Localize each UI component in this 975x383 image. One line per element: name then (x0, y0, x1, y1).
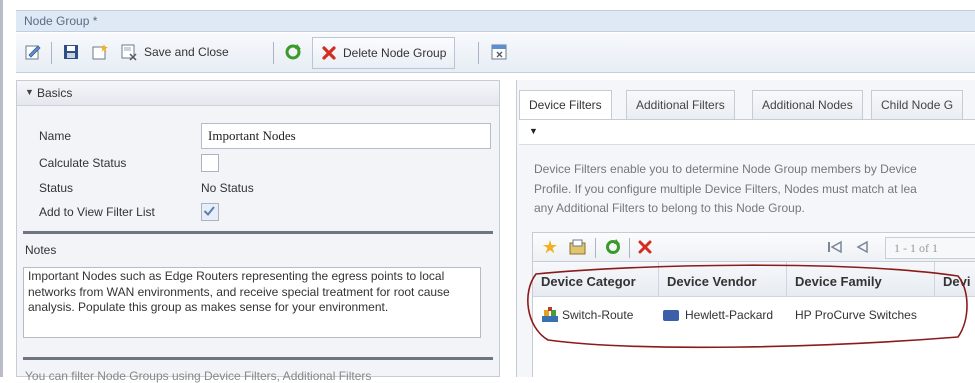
column-header-device-family[interactable]: Device Family (787, 262, 935, 296)
toolbar: Save and Close Delete Node Group (16, 33, 975, 73)
open-filter-icon[interactable] (569, 239, 587, 258)
save-new-icon[interactable] (90, 41, 110, 63)
refresh-grid-icon[interactable] (605, 239, 621, 258)
save-and-close-label: Save and Close (144, 45, 229, 59)
status-value: No Status (201, 181, 254, 195)
delete-icon (321, 45, 337, 61)
basics-panel: ▼ Basics Name Important Nodes Calculate … (16, 80, 500, 383)
save-close-icon (120, 43, 138, 61)
device-category-value: Switch-Route (562, 308, 634, 322)
notes-text: Important Nodes such as Edge Routers rep… (28, 269, 450, 314)
window-titlebar: Node Group * (16, 10, 975, 32)
device-vendor-value: Hewlett-Packard (685, 308, 774, 322)
basics-header[interactable]: ▼ Basics (17, 81, 499, 106)
filter-collapse-bar[interactable]: ▼ (519, 119, 975, 145)
name-input-value: Important Nodes (208, 128, 296, 143)
device-filters-grid: Device Categor Device Vendor Device Fami… (532, 262, 975, 377)
delete-node-group-label: Delete Node Group (343, 46, 447, 60)
notes-header: Notes (25, 243, 57, 257)
checkmark-icon (203, 206, 215, 216)
edit-icon[interactable] (24, 41, 42, 63)
filter-hint-text: You can filter Node Groups using Device … (25, 369, 372, 383)
add-to-view-filter-label: Add to View Filter List (39, 205, 155, 219)
section-divider-bottom (23, 357, 493, 360)
delete-node-group-button[interactable]: Delete Node Group (312, 37, 456, 69)
save-and-close-button[interactable]: Save and Close (120, 41, 229, 63)
collapse-triangle-icon: ▼ (25, 87, 34, 97)
add-to-view-filter-checkbox[interactable] (201, 203, 219, 221)
cell-device-vendor: Hewlett-Packard (663, 304, 787, 326)
grid-header-row: Device Categor Device Vendor Device Fami… (533, 262, 975, 297)
first-page-icon[interactable] (827, 240, 843, 257)
description-line: Profile. If you configure multiple Devic… (534, 181, 917, 196)
collapse-triangle-icon: ▼ (529, 126, 538, 136)
switch-router-icon (541, 307, 559, 323)
refresh-icon[interactable] (284, 41, 302, 63)
name-input[interactable]: Important Nodes (201, 123, 491, 149)
cell-device-category: Switch-Route (541, 304, 659, 326)
delete-filter-icon[interactable] (638, 240, 652, 257)
notes-textarea[interactable]: Important Nodes such as Edge Routers rep… (23, 267, 481, 338)
filter-grid-toolbar: 1 - 1 of 1 (532, 232, 975, 262)
cell-device-family: HP ProCurve Switches (795, 304, 933, 326)
window-title: Node Group * (24, 14, 98, 28)
calculate-status-label: Calculate Status (39, 156, 127, 170)
device-filters-description: Device Filters enable you to determine N… (534, 160, 975, 219)
name-label: Name (39, 129, 72, 143)
column-header-device-vendor[interactable]: Device Vendor (659, 262, 787, 296)
description-line: any Additional Filters to belong to this… (534, 201, 805, 215)
close-form-icon[interactable] (490, 41, 508, 63)
hp-logo-icon (663, 309, 679, 321)
device-family-value: HP ProCurve Switches (795, 308, 917, 322)
status-label: Status (39, 181, 74, 195)
window-edge (0, 0, 3, 377)
description-line: Device Filters enable you to determine N… (534, 162, 917, 176)
previous-page-icon[interactable] (855, 240, 869, 257)
calculate-status-checkbox[interactable] (201, 154, 219, 172)
section-divider (23, 231, 493, 234)
pager-text: 1 - 1 of 1 (894, 241, 938, 255)
column-header-device-category[interactable]: Device Categor (533, 262, 659, 296)
column-header-device-profile[interactable]: Devi (935, 262, 975, 296)
pager-box: 1 - 1 of 1 (885, 237, 975, 259)
basics-title: Basics (37, 86, 73, 100)
save-icon[interactable] (62, 41, 80, 63)
new-filter-icon[interactable] (542, 239, 558, 258)
